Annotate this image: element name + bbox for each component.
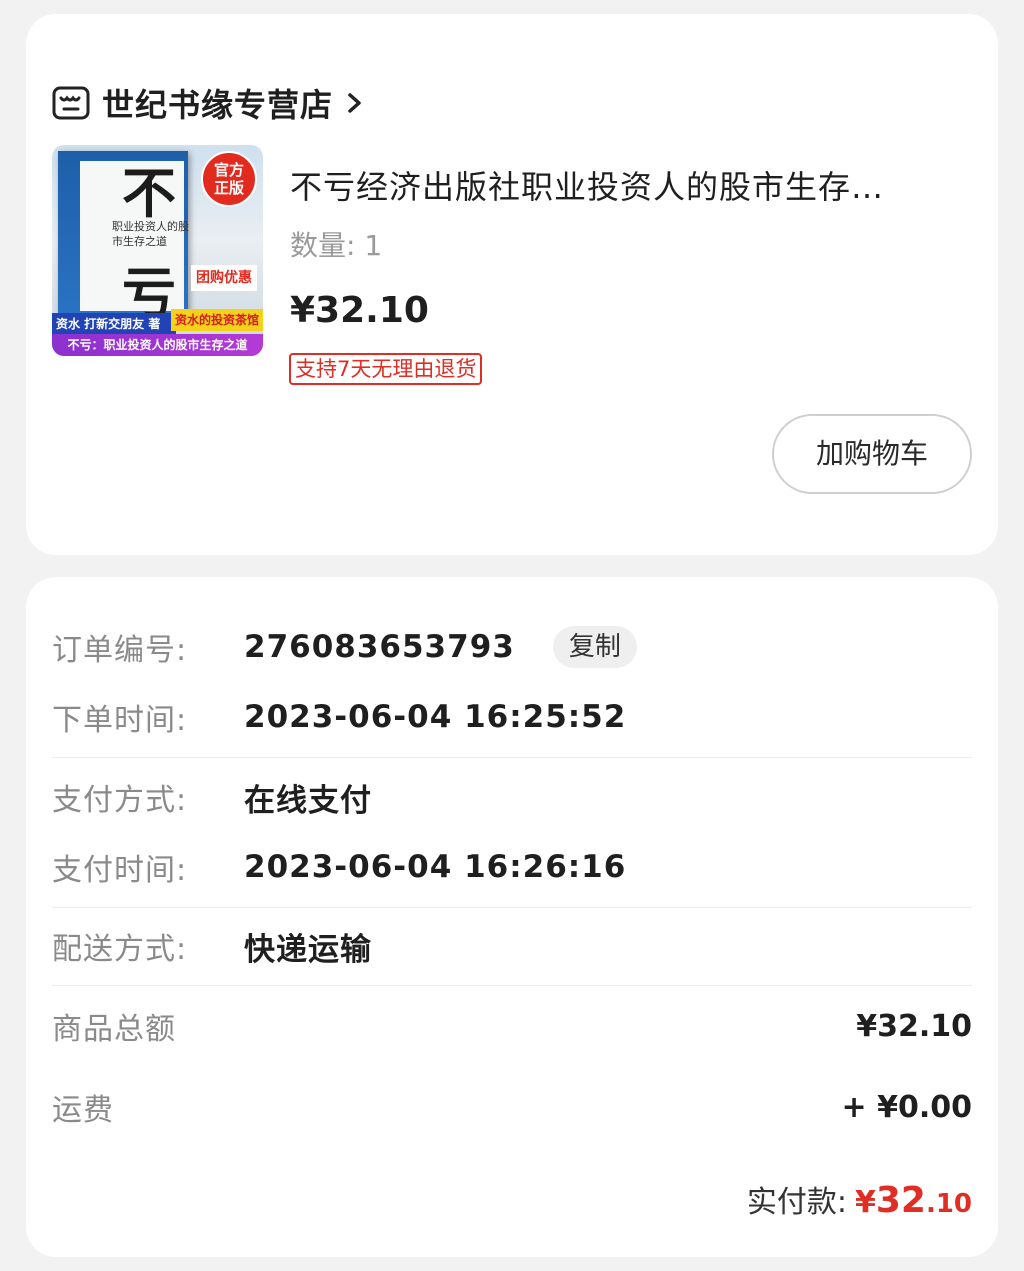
payment-time-value: 2023-06-04 16:26:16: [244, 849, 627, 885]
chevron-right-icon[interactable]: [345, 88, 365, 118]
payment-time-row: 支付时间: 2023-06-04 16:26:16: [52, 847, 972, 888]
payment-method-label: 支付方式:: [52, 783, 188, 818]
order-number-value: 276083653793: [244, 629, 515, 665]
product-cover-image[interactable]: 不 亏 职业投资人的股市生存之道 官方 正版 团购优惠 资水 打新交朋友 著 资…: [52, 145, 263, 356]
divider: [52, 907, 972, 908]
goods-total-label: 商品总额: [52, 1012, 176, 1047]
order-number-label: 订单编号:: [52, 633, 188, 668]
cover-shop-tag: 资水的投资茶馆: [171, 309, 263, 331]
product-card: 世纪书缘专营店 不 亏 职业投资人的股市生存之道 官方 正版 团购优惠 资水 打…: [26, 14, 998, 555]
cover-subtitle: 职业投资人的股市生存之道: [112, 220, 189, 248]
cover-banner: 不亏：职业投资人的股市生存之道: [52, 334, 263, 356]
delivery-method-value: 快递运输: [244, 931, 372, 968]
return-policy-badge: 支持7天无理由退货: [289, 353, 483, 385]
paid-amount-row: 实付款: ¥ 32 .10: [747, 1177, 972, 1221]
quantity-label: 数量:: [290, 229, 356, 262]
store-icon: [52, 86, 90, 120]
shipping-fee-value: + ¥0.00: [841, 1089, 972, 1125]
cover-char-top: 不: [122, 161, 176, 225]
product-price: ¥32.10: [290, 290, 429, 331]
quantity-value: 1: [364, 229, 383, 262]
seal-line-1: 官方: [213, 161, 244, 179]
goods-total-row: 商品总额 ¥32.10: [52, 1006, 972, 1048]
copy-button[interactable]: 复制: [552, 626, 637, 668]
payment-method-value: 在线支付: [244, 782, 372, 819]
official-seal-badge: 官方 正版: [201, 151, 257, 207]
store-header[interactable]: 世纪书缘专营店: [52, 68, 365, 138]
paid-amount-label: 实付款:: [746, 1185, 847, 1220]
goods-total-value: ¥32.10: [856, 1008, 972, 1044]
payment-time-label: 支付时间:: [52, 853, 188, 888]
cover-author: 资水 打新交朋友 著: [52, 313, 176, 335]
product-title[interactable]: 不亏经济出版社职业投资人的股市生存…: [290, 162, 954, 208]
order-time-label: 下单时间:: [52, 703, 188, 738]
payment-method-row: 支付方式: 在线支付: [52, 777, 972, 819]
divider: [52, 757, 972, 758]
store-name[interactable]: 世纪书缘专营店: [102, 80, 333, 126]
paid-amount-integer: 32: [875, 1180, 926, 1221]
add-to-cart-button[interactable]: 加购物车: [772, 414, 972, 494]
group-buy-promo: 团购优惠: [191, 265, 257, 291]
seal-line-2: 正版: [213, 179, 244, 197]
paid-amount-decimal: .10: [925, 1189, 972, 1219]
paid-amount-currency: ¥: [854, 1185, 876, 1220]
divider: [52, 985, 972, 986]
delivery-method-row: 配送方式: 快递运输: [52, 926, 972, 968]
shipping-fee-row: 运费 + ¥0.00: [52, 1087, 972, 1129]
order-time-row: 下单时间: 2023-06-04 16:25:52: [52, 697, 972, 738]
order-info-card: 订单编号: 276083653793 复制 下单时间: 2023-06-04 1…: [26, 577, 998, 1257]
shipping-fee-label: 运费: [52, 1093, 114, 1128]
order-number-row: 订单编号: 276083653793 复制: [52, 626, 972, 668]
quantity: 数量: 1: [290, 224, 382, 264]
order-time-value: 2023-06-04 16:25:52: [244, 699, 627, 735]
delivery-method-label: 配送方式:: [52, 932, 188, 967]
